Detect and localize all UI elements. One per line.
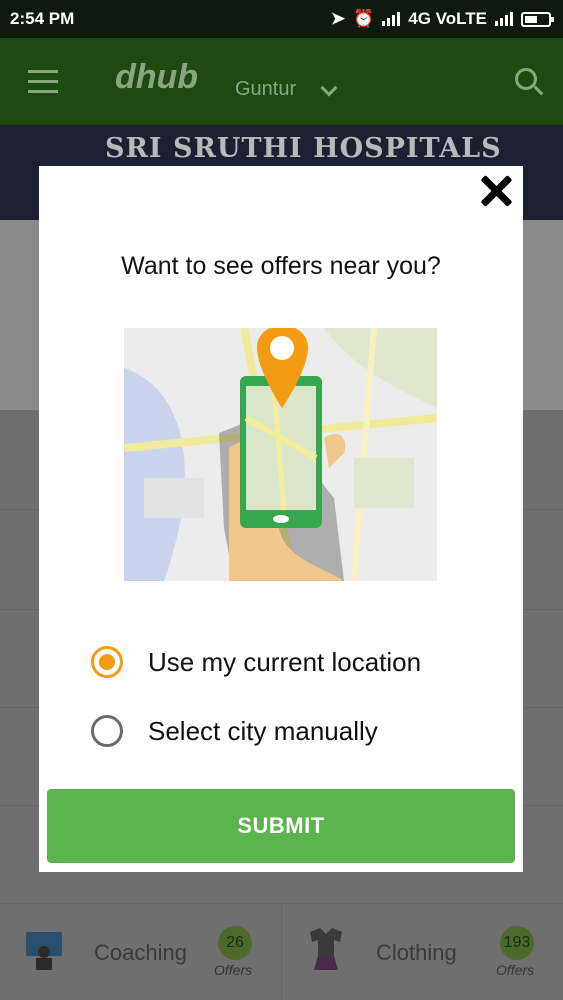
chevron-down-icon[interactable] bbox=[320, 79, 338, 97]
close-icon[interactable] bbox=[479, 174, 513, 208]
option-current-location[interactable]: Use my current location bbox=[91, 645, 421, 679]
status-icons: ➤ ⏰ 4G VoLTE bbox=[330, 9, 554, 29]
signal-icon bbox=[382, 12, 401, 26]
category-row: Coaching 26 Offers Clothing 193 Offers bbox=[0, 904, 563, 1000]
submit-button[interactable]: SUBMIT bbox=[47, 789, 515, 863]
signal-icon-2 bbox=[495, 12, 513, 26]
screen: 2:54 PM ➤ ⏰ 4G VoLTE dhub Guntur SRI SRU… bbox=[0, 0, 563, 1000]
status-time: 2:54 PM bbox=[10, 9, 75, 28]
navigation-arrow-icon: ➤ bbox=[330, 9, 346, 28]
location-dialog: Want to see offers near you? Use my curr… bbox=[39, 166, 523, 872]
menu-icon[interactable] bbox=[28, 70, 58, 100]
category-label: Coaching bbox=[94, 940, 187, 965]
radio-current-location[interactable] bbox=[91, 646, 123, 678]
clothing-icon bbox=[310, 928, 342, 970]
dialog-question: Want to see offers near you? bbox=[121, 252, 441, 280]
banner-title: SRI SRUTHI HOSPITALS bbox=[105, 133, 502, 164]
alarm-icon: ⏰ bbox=[353, 9, 375, 28]
teacher-icon bbox=[26, 932, 62, 970]
option-label: Use my current location bbox=[148, 646, 422, 677]
radio-select-city[interactable] bbox=[91, 715, 123, 747]
offers-label: Offers bbox=[214, 962, 253, 978]
battery-icon bbox=[521, 11, 554, 27]
category-clothing[interactable]: Clothing 193 Offers bbox=[282, 904, 563, 1000]
network-label: 4G VoLTE bbox=[408, 9, 487, 28]
offers-count-badge: 193 bbox=[500, 926, 534, 960]
option-label: Select city manually bbox=[148, 715, 378, 746]
app-logo: dhub bbox=[115, 58, 199, 96]
map-location-illustration bbox=[124, 328, 437, 581]
app-bar: dhub Guntur bbox=[0, 38, 563, 125]
category-label: Clothing bbox=[376, 940, 457, 965]
search-icon[interactable] bbox=[515, 68, 537, 90]
offers-label: Offers bbox=[496, 962, 535, 978]
option-select-city[interactable]: Select city manually bbox=[91, 714, 378, 748]
category-coaching[interactable]: Coaching 26 Offers bbox=[0, 904, 282, 1000]
offers-count-badge: 26 bbox=[218, 926, 252, 960]
city-selector[interactable]: Guntur bbox=[235, 78, 296, 101]
status-bar: 2:54 PM ➤ ⏰ 4G VoLTE bbox=[0, 0, 563, 38]
